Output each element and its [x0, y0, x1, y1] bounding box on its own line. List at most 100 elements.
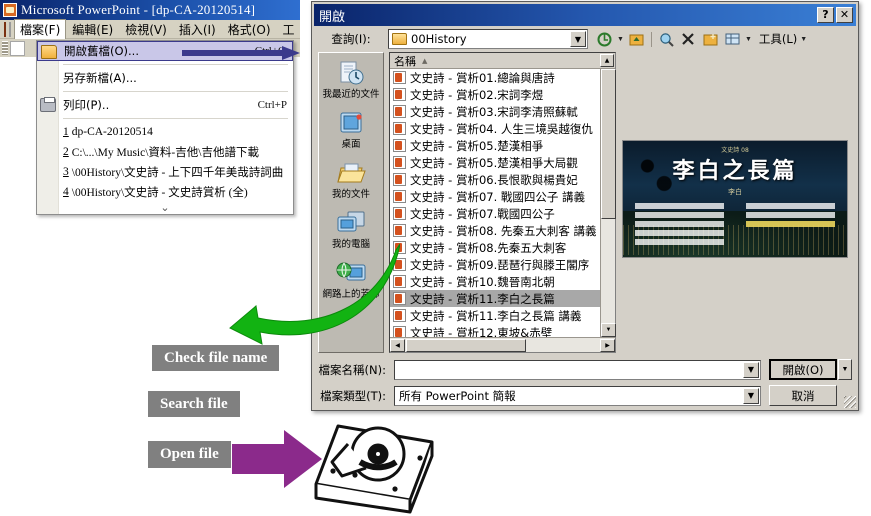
file-list-item[interactable]: 文史詩 - 賞析07.戰國四公子: [390, 205, 615, 222]
delete-icon[interactable]: [679, 30, 698, 48]
resize-grip[interactable]: [844, 396, 856, 408]
file-list-item[interactable]: 文史詩 - 賞析04. 人生三境吳越復仇: [390, 120, 615, 137]
menu-expand-chevron-icon[interactable]: ⌄: [37, 202, 293, 214]
file-list-item[interactable]: 文史詩 - 賞析11.李白之長篇: [390, 290, 615, 307]
chevron-down-icon[interactable]: ▼: [570, 31, 586, 47]
desktop-icon: [320, 109, 382, 139]
views-dropdown-icon[interactable]: ▼: [745, 36, 752, 43]
place-my-documents-label: 我的文件: [331, 189, 370, 200]
file-list-item-label: 文史詩 - 賞析06.長恨歌與楊貴妃: [410, 172, 578, 187]
preview-text-columns: [635, 203, 835, 255]
recent-file-4[interactable]: 4 \00History\文史詩 - 文史詩賞析 (全): [37, 182, 293, 202]
file-list-item-label: 文史詩 - 賞析05.楚漢相爭: [410, 138, 544, 153]
callout-search-file-label: Search file: [160, 395, 228, 412]
file-list-item-label: 文史詩 - 賞析04. 人生三境吳越復仇: [410, 121, 593, 136]
cancel-button[interactable]: 取消: [769, 385, 837, 406]
recent-file-1[interactable]: 1 dp-CA-20120514: [37, 122, 293, 142]
back-icon[interactable]: [595, 30, 614, 48]
open-folder-icon: [41, 45, 57, 59]
new-file-toolbar-icon[interactable]: [10, 40, 25, 56]
horizontal-scrollbar[interactable]: ◀ ▶: [390, 337, 615, 352]
menu-file[interactable]: 檔案(F): [14, 18, 67, 40]
powerpoint-file-icon: [393, 156, 406, 169]
filetype-combo[interactable]: 所有 PowerPoint 簡報 ▼: [394, 385, 761, 406]
preview-text-line: [746, 203, 835, 209]
menu-view[interactable]: 檢視(V): [119, 19, 173, 40]
menu-insert[interactable]: 插入(I): [173, 19, 222, 40]
file-list-item[interactable]: 文史詩 - 賞析09.琵琶行與滕王閣序: [390, 256, 615, 273]
up-one-level-icon[interactable]: [627, 30, 646, 48]
preview-text-line: [635, 239, 724, 245]
file-list-item[interactable]: 文史詩 - 賞析05.楚漢相爭: [390, 137, 615, 154]
callout-search-file: Search file: [148, 391, 240, 417]
help-button[interactable]: ?: [817, 7, 834, 23]
tools-menu-label[interactable]: 工具(L): [759, 31, 797, 47]
powerpoint-file-icon: [393, 88, 406, 101]
filetype-chevron-down-icon[interactable]: ▼: [743, 387, 759, 404]
callout-open-file: Open file: [148, 441, 231, 468]
hscroll-thumb[interactable]: [406, 338, 526, 352]
menu-edit[interactable]: 編輯(E): [66, 19, 119, 40]
dialog-titlebar: 開啟 ? ✕: [314, 4, 856, 26]
file-list-item[interactable]: 文史詩 - 賞析08. 先秦五大刺客 講義: [390, 222, 615, 239]
scroll-down-button[interactable]: ▼: [601, 323, 616, 337]
toolbar-drag-handle[interactable]: [2, 41, 8, 55]
recent-file-2[interactable]: 2 C:\...\My Music\資料-吉他\吉他譜下載: [37, 142, 293, 162]
file-list-item[interactable]: 文史詩 - 賞析10.魏晉南北朝: [390, 273, 615, 290]
vscroll-thumb[interactable]: [601, 69, 616, 219]
menu-item-print[interactable]: 列印(P).. Ctrl+P: [37, 95, 293, 115]
menu-item-print-accel: Ctrl+P: [257, 99, 287, 111]
menu-item-print-label: 列印(P)..: [63, 98, 110, 112]
preview-pane: 文史詩 08 李白之長篇 李白: [622, 52, 852, 353]
open-button[interactable]: 開啟(O): [769, 359, 837, 380]
file-list-item[interactable]: 文史詩 - 賞析01.總論與唐詩: [390, 69, 615, 86]
scroll-right-button[interactable]: ▶: [600, 338, 615, 352]
file-list-item-label: 文史詩 - 賞析10.魏晉南北朝: [410, 274, 555, 289]
recent-file-3[interactable]: 3 \00History\文史詩 - 上下四千年美哉詩詞曲: [37, 162, 293, 182]
file-list-item[interactable]: 文史詩 - 賞析08.先秦五大刺客: [390, 239, 615, 256]
file-list-item[interactable]: 文史詩 - 賞析07. 戰國四公子 講義: [390, 188, 615, 205]
menu-separator-3: [63, 118, 288, 119]
powerpoint-file-icon: [393, 207, 406, 220]
lookin-combo[interactable]: 00History ▼: [388, 29, 588, 49]
green-arrow: [229, 243, 400, 345]
back-dropdown-icon[interactable]: ▼: [617, 36, 624, 43]
column-header-name[interactable]: 名稱: [394, 53, 416, 69]
powerpoint-title-text: Microsoft PowerPoint - [dp-CA-20120514]: [21, 2, 256, 17]
new-document-icon[interactable]: [9, 21, 11, 37]
preview-text-line: [635, 230, 724, 236]
file-list-item[interactable]: 文史詩 - 賞析05.楚漢相爭大局觀: [390, 154, 615, 171]
preview-text-line: [635, 221, 724, 227]
recent-file-2-number: 2: [63, 146, 69, 158]
file-list-item[interactable]: 文史詩 - 賞析02.宋詞李煜: [390, 86, 615, 103]
preview-text-line: [746, 221, 835, 227]
tools-dropdown-icon[interactable]: ▼: [800, 36, 807, 43]
menu-tools[interactable]: 工: [277, 19, 301, 40]
close-button[interactable]: ✕: [836, 7, 853, 23]
open-split-chevron-icon[interactable]: ▼: [838, 359, 852, 380]
file-list-item[interactable]: 文史詩 - 賞析11.李白之長篇 講義: [390, 307, 615, 324]
dialog-toolbar: ▼ ▼ 工具(L) ▼: [595, 30, 807, 48]
new-folder-icon[interactable]: [701, 30, 720, 48]
place-desktop[interactable]: 桌面: [320, 109, 382, 150]
views-icon[interactable]: [723, 30, 742, 48]
menu-separator-2: [63, 91, 288, 92]
search-web-icon[interactable]: [657, 30, 676, 48]
filename-input[interactable]: ▼: [394, 359, 761, 380]
scroll-up-button[interactable]: ▲: [600, 54, 614, 67]
file-list-item[interactable]: 文史詩 - 賞析03.宋詞李清照蘇軾: [390, 103, 615, 120]
file-list-item[interactable]: 文史詩 - 賞析06.長恨歌與楊貴妃: [390, 171, 615, 188]
place-recent-documents-label: 我最近的文件: [322, 89, 380, 100]
filename-chevron-down-icon[interactable]: ▼: [743, 361, 759, 378]
menu-format[interactable]: 格式(O): [222, 19, 277, 40]
file-list-item-label: 文史詩 - 賞析09.琵琶行與滕王閣序: [410, 257, 590, 272]
place-my-documents[interactable]: 我的文件: [320, 159, 382, 200]
blue-arrow: [182, 46, 300, 60]
lookin-value: 00History: [411, 32, 467, 46]
place-recent-documents[interactable]: 我最近的文件: [320, 59, 382, 100]
vertical-scrollbar[interactable]: ▼: [600, 69, 616, 337]
file-list-item-label: 文史詩 - 賞析11.李白之長篇 講義: [410, 308, 582, 323]
menu-item-save-as[interactable]: 另存新檔(A)...: [37, 68, 293, 88]
powerpoint-file-icon: [393, 190, 406, 203]
callout-check-file-name: Check file name: [152, 345, 280, 371]
